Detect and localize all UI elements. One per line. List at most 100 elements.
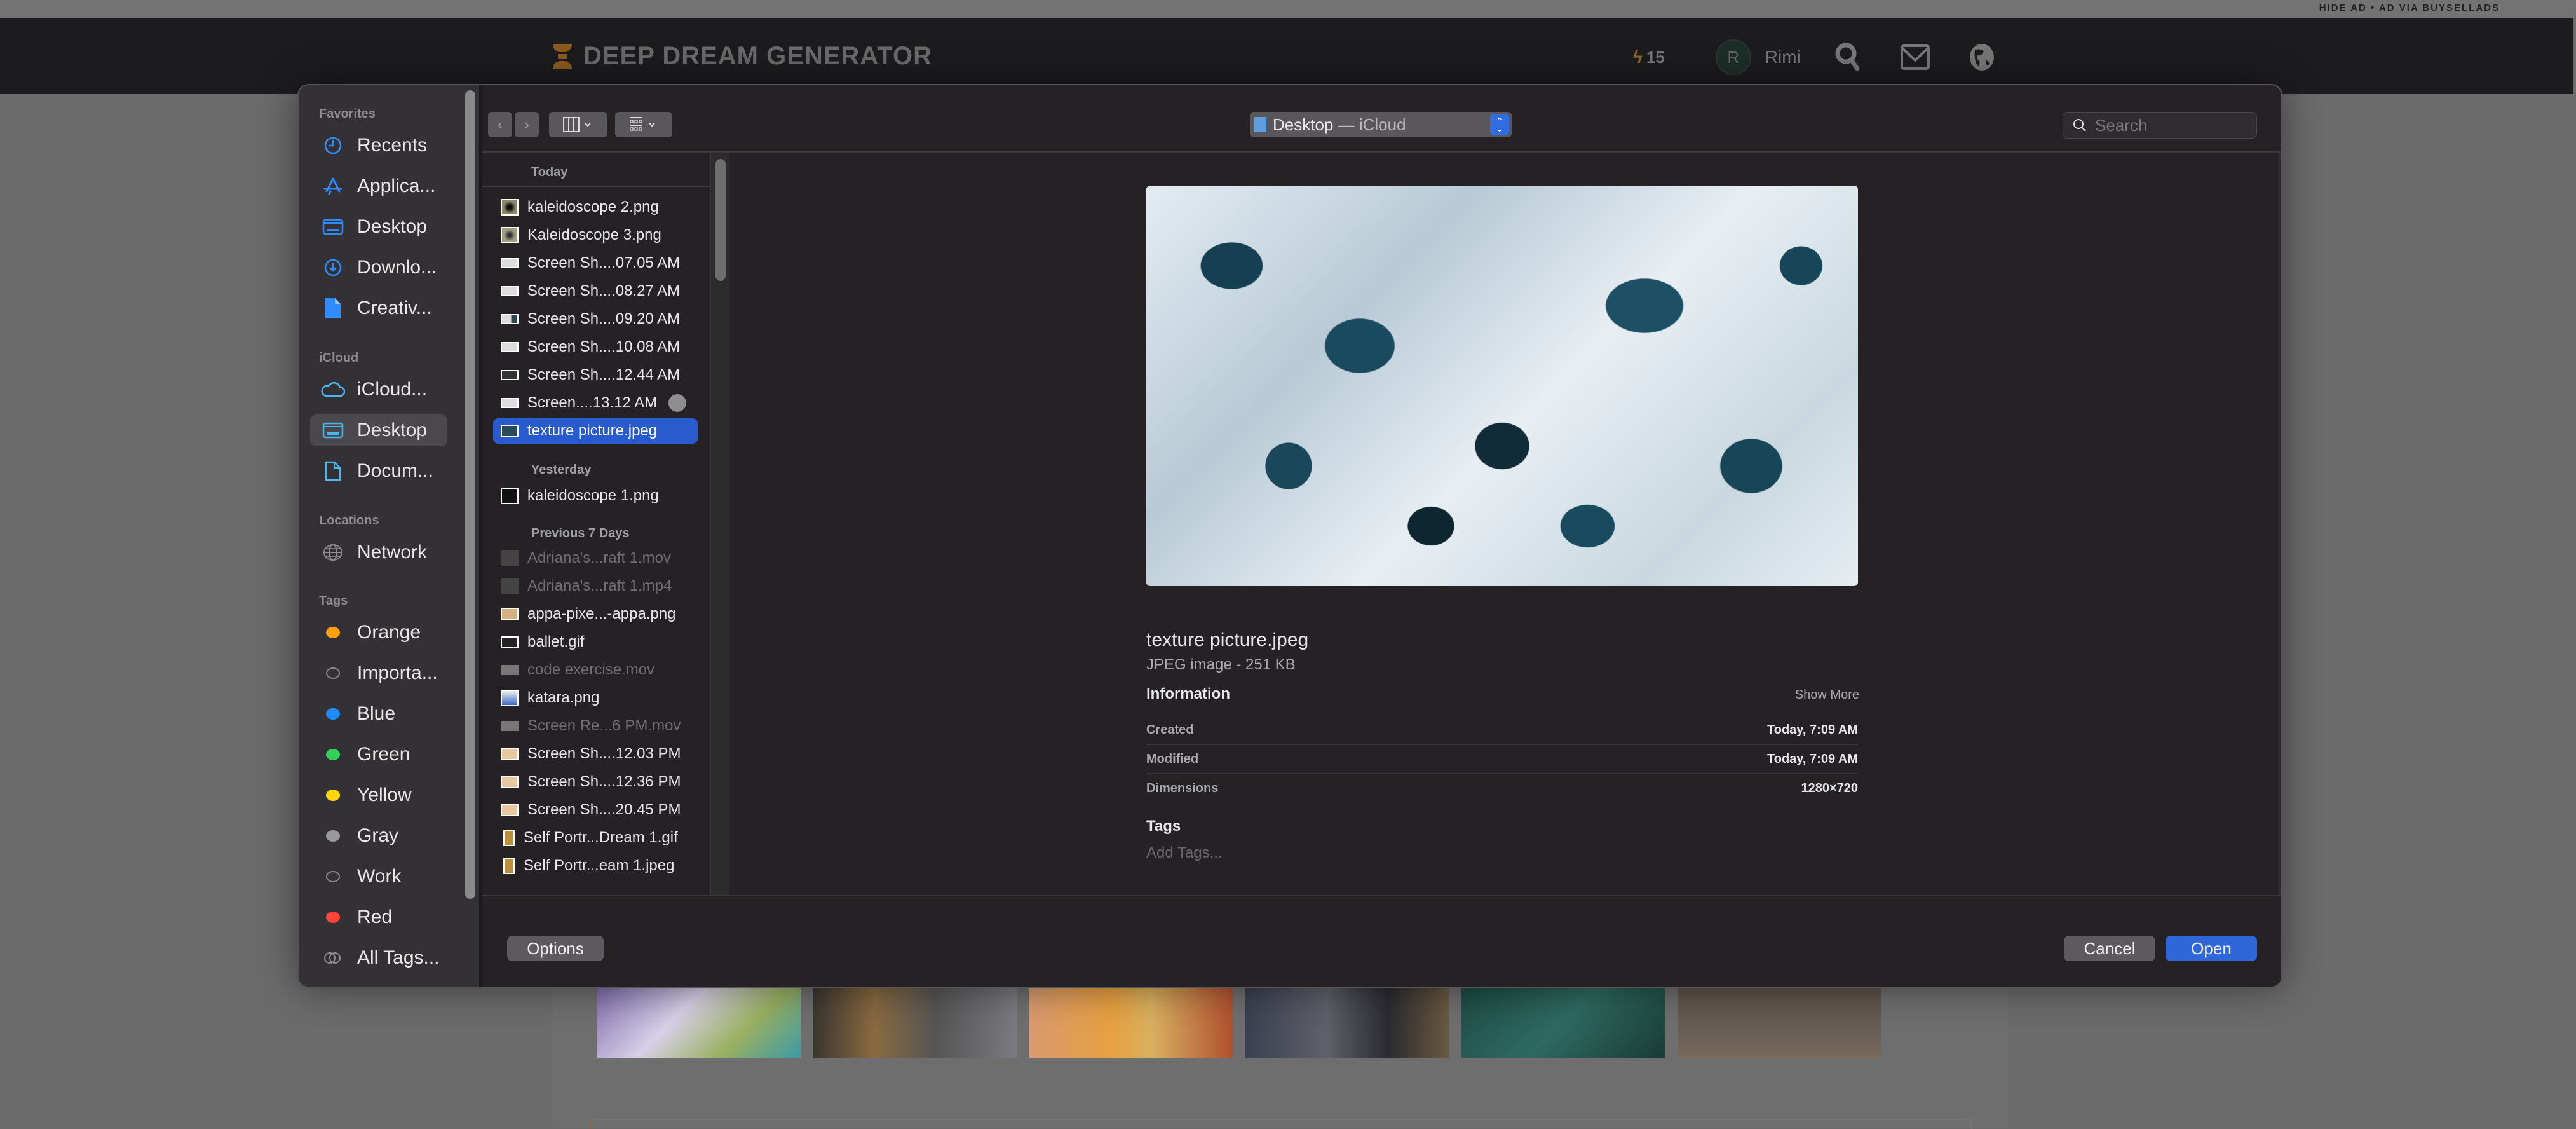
file-thumbnail: [501, 314, 519, 324]
hide-ad-link[interactable]: HIDE AD • AD VIA BUYSELLADS: [2319, 3, 2500, 13]
file-name: katara.png: [527, 689, 600, 706]
file-list-scrollbar[interactable]: [715, 159, 726, 281]
options-button[interactable]: Options: [507, 936, 604, 961]
search-input[interactable]: [2094, 114, 2249, 136]
file-row[interactable]: Screen....13.12 AM: [493, 390, 698, 416]
preview-filename: texture picture.jpeg: [1146, 629, 1309, 650]
cancel-button[interactable]: Cancel: [2064, 936, 2155, 961]
file-row[interactable]: kaleidoscope 1.png: [493, 483, 698, 509]
group-header-yesterday: Yesterday: [531, 463, 592, 477]
file-name: Screen Sh....12.36 PM: [527, 773, 681, 790]
gallery-thumb[interactable]: [1245, 985, 1449, 1058]
tags-heading: Tags: [1146, 818, 1181, 835]
sidebar-item-desktop[interactable]: Desktop: [310, 211, 447, 243]
sidebar-item-icloud-desktop[interactable]: Desktop: [310, 414, 447, 446]
sidebar-item-label: Yellow: [357, 784, 412, 805]
username[interactable]: Rimi: [1765, 47, 1801, 67]
file-name: Screen Sh....20.45 PM: [527, 801, 681, 818]
file-row[interactable]: appa-pixe...-appa.png: [493, 601, 698, 627]
file-open-dialog: Favorites Recents Applica... Desktop Dow…: [297, 84, 2282, 988]
view-mode-button[interactable]: [549, 112, 607, 137]
file-row[interactable]: Adriana's...raft 1.mov: [493, 545, 698, 571]
sidebar-item-network[interactable]: Network: [310, 537, 447, 568]
sidebar-tag-red[interactable]: Red: [310, 901, 447, 933]
file-row[interactable]: Self Portr...eam 1.jpeg: [493, 853, 698, 879]
sidebar-item-creative[interactable]: Creativ...: [310, 292, 447, 324]
file-row[interactable]: Kaleidoscope 3.png: [493, 222, 698, 248]
file-row[interactable]: Screen Sh....07.05 AM: [493, 250, 698, 276]
file-thumbnail: [503, 830, 515, 846]
file-row[interactable]: Screen Sh....12.44 AM: [493, 362, 698, 388]
preview-kind: JPEG image - 251 KB: [1146, 656, 1296, 673]
file-name: Screen Sh....07.05 AM: [527, 254, 681, 271]
open-button[interactable]: Open: [2166, 936, 2257, 961]
sidebar-section-favorites: Favorites: [319, 107, 376, 121]
file-row[interactable]: Screen Sh....08.27 AM: [493, 278, 698, 304]
energy-credits[interactable]: ϟ 15: [1633, 47, 1665, 67]
sidebar-tag-yellow[interactable]: Yellow: [310, 779, 447, 811]
group-by-button[interactable]: [615, 112, 672, 137]
file-row[interactable]: ballet.gif: [493, 629, 698, 655]
sidebar-item-label: iCloud...: [357, 379, 428, 400]
show-more-link[interactable]: Show More: [1795, 688, 1859, 702]
file-thumbnail: [501, 804, 519, 816]
sidebar-tag-orange[interactable]: Orange: [310, 617, 447, 648]
mail-icon[interactable]: [1896, 38, 1934, 76]
updown-chevron-icon: ⌃ ⌄: [1490, 114, 1509, 135]
file-row[interactable]: Screen Sh....12.36 PM: [493, 769, 698, 795]
sidebar-tag-gray[interactable]: Gray: [310, 820, 447, 852]
file-row[interactable]: Screen Sh....20.45 PM: [493, 797, 698, 823]
file-row[interactable]: kaleidoscope 2.png: [493, 195, 698, 220]
search-icon[interactable]: [1829, 38, 1868, 76]
file-thumbnail: [501, 665, 519, 675]
file-row[interactable]: katara.png: [493, 685, 698, 711]
sidebar-item-label: Recents: [357, 135, 428, 156]
sidebar-item-recents[interactable]: Recents: [310, 130, 447, 161]
sidebar-tag-green[interactable]: Green: [310, 739, 447, 770]
globe-icon[interactable]: [1963, 38, 2001, 76]
file-row[interactable]: Adriana's...raft 1.mp4: [493, 573, 698, 599]
location-sub: — iCloud: [1338, 114, 1406, 134]
sidebar-scrollbar[interactable]: [465, 90, 475, 899]
sidebar-all-tags[interactable]: All Tags...: [310, 942, 447, 974]
grid-group-icon: [630, 117, 655, 131]
gallery-thumb[interactable]: [1029, 985, 1233, 1058]
tag-dot-icon: [326, 708, 340, 720]
file-row[interactable]: Screen Sh....09.20 AM: [493, 306, 698, 332]
sidebar-item-applications[interactable]: Applica...: [310, 170, 447, 202]
clock-icon: [320, 135, 346, 156]
search-field[interactable]: [2063, 112, 2257, 139]
gallery-thumb[interactable]: [597, 985, 801, 1058]
gallery-thumb[interactable]: [1678, 985, 1881, 1058]
gallery-thumb[interactable]: [1461, 985, 1665, 1058]
file-row[interactable]: code exercise.mov: [493, 657, 698, 683]
location-name: Desktop: [1273, 114, 1334, 134]
tag-dot-icon: [326, 790, 340, 801]
file-row[interactable]: Screen Sh....10.08 AM: [493, 334, 698, 360]
sidebar-tag-work[interactable]: Work: [310, 861, 447, 893]
sidebar-item-label: Red: [357, 907, 393, 927]
sidebar-tag-blue[interactable]: Blue: [310, 698, 447, 730]
file-row[interactable]: Screen Sh....12.03 PM: [493, 741, 698, 767]
gallery-thumb[interactable]: [813, 985, 1017, 1058]
file-row[interactable]: Self Portr...Dream 1.gif: [493, 825, 698, 851]
tag-dot-icon: [326, 749, 340, 760]
file-row[interactable]: Screen Re...6 PM.mov: [493, 713, 698, 739]
sidebar-item-icloud-documents[interactable]: Docum...: [310, 455, 447, 487]
info-key: Created: [1146, 722, 1194, 737]
sidebar-item-label: Applica...: [357, 175, 436, 196]
file-thumbnail: [501, 398, 519, 408]
sidebar-item-downloads[interactable]: Downlo...: [310, 252, 447, 284]
site-logo[interactable]: DEEP DREAM GENERATOR: [553, 42, 932, 71]
sidebar-tag-important[interactable]: Importa...: [310, 657, 447, 689]
sidebar-item-icloud-drive[interactable]: iCloud...: [310, 374, 447, 406]
header-actions: ϟ 15 R Rimi: [1633, 32, 2001, 83]
file-name: kaleidoscope 2.png: [527, 198, 659, 216]
location-popup[interactable]: Desktop — iCloud ⌃ ⌄: [1250, 112, 1512, 137]
all-tags-icon: [320, 948, 346, 968]
add-tags-field[interactable]: Add Tags...: [1146, 844, 1223, 862]
back-button[interactable]: ‹: [488, 112, 512, 137]
avatar[interactable]: R: [1715, 39, 1751, 75]
forward-button[interactable]: ›: [515, 112, 539, 137]
file-row-selected[interactable]: texture picture.jpeg: [493, 418, 698, 444]
